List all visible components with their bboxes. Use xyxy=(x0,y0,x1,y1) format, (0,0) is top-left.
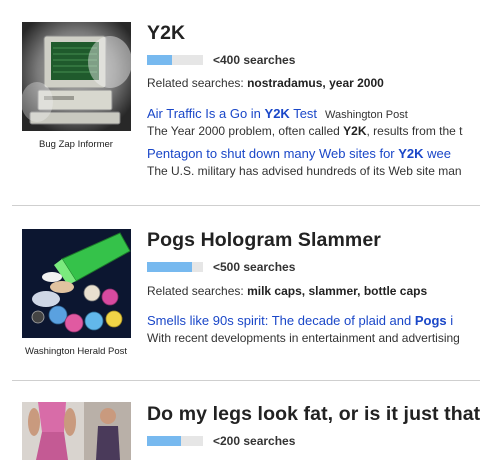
fitness-photo-image xyxy=(22,402,131,460)
popularity-bar-fill xyxy=(147,262,192,272)
news-link[interactable]: Smells like 90s spirit: The decade of pl… xyxy=(147,313,453,328)
search-count: <500 searches xyxy=(213,260,296,274)
news-headline[interactable]: Pentagon to shut down many Web sites for… xyxy=(147,146,480,161)
entry-divider xyxy=(12,205,480,206)
pogs-image xyxy=(22,229,131,338)
news-headline[interactable]: Air Traffic Is a Go in Y2K Test Washingto… xyxy=(147,106,480,121)
popularity-bar-fill xyxy=(147,436,181,446)
news-snippet: The U.S. military has advised hundreds o… xyxy=(147,164,462,178)
old-computer-image xyxy=(22,22,131,131)
news-snippet: The Year 2000 problem, often called Y2K,… xyxy=(147,124,463,138)
related-searches: Related searches: nostradamus, year 2000 xyxy=(147,76,384,90)
popularity-bar xyxy=(147,436,203,446)
related-searches-label: Related searches: xyxy=(147,76,244,90)
popularity-bar xyxy=(147,55,203,65)
image-caption: Washington Herald Post xyxy=(24,346,128,357)
search-count: <200 searches xyxy=(213,434,296,448)
news-source: Washington Post xyxy=(325,109,408,121)
image-caption: Bug Zap Informer xyxy=(39,139,113,150)
news-link[interactable]: Pentagon to shut down many Web sites for… xyxy=(147,146,451,161)
trend-title[interactable]: Do my legs look fat, or is it just that xyxy=(147,403,480,426)
y2k-thumbnail[interactable] xyxy=(22,22,131,131)
related-search-terms[interactable]: nostradamus, year 2000 xyxy=(247,76,384,90)
popularity-bar-fill xyxy=(147,55,173,65)
popularity-bar xyxy=(147,262,203,272)
related-searches: Related searches: milk caps, slammer, bo… xyxy=(147,284,427,298)
legs-thumbnail[interactable] xyxy=(22,402,131,460)
trend-title[interactable]: Pogs Hologram Slammer xyxy=(147,229,381,252)
news-link[interactable]: Air Traffic Is a Go in Y2K Test xyxy=(147,106,317,121)
pogs-thumbnail[interactable] xyxy=(22,229,131,338)
news-snippet: With recent developments in entertainmen… xyxy=(147,331,460,345)
trend-title[interactable]: Y2K xyxy=(147,22,185,45)
related-searches-label: Related searches: xyxy=(147,284,244,298)
news-headline[interactable]: Smells like 90s spirit: The decade of pl… xyxy=(147,313,480,328)
search-count: <400 searches xyxy=(213,53,296,67)
related-search-terms[interactable]: milk caps, slammer, bottle caps xyxy=(247,284,427,298)
entry-divider xyxy=(12,380,480,381)
